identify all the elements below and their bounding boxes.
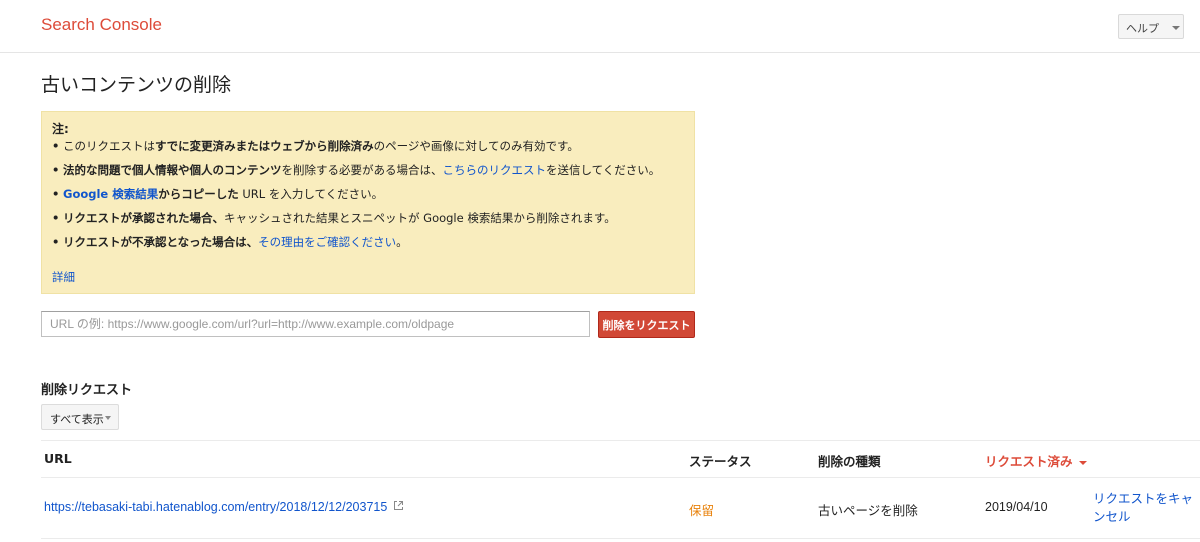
url-input[interactable] xyxy=(41,311,590,337)
notice-heading: 注: xyxy=(52,122,69,136)
search-console-logo[interactable]: Search Console xyxy=(41,15,162,35)
notice-item: Google 検索結果からコピーした URL を入力してください。 xyxy=(52,185,660,209)
help-label: ヘルプ xyxy=(1126,22,1159,35)
table-divider xyxy=(41,440,1200,441)
column-header-url: URL xyxy=(44,451,72,466)
page-title: 古いコンテンツの削除 xyxy=(41,74,232,96)
google-search-results-link[interactable]: Google 検索結果 xyxy=(63,187,158,201)
request-removal-button[interactable]: 削除をリクエスト xyxy=(598,311,695,338)
notice-list: このリクエストはすでに変更済みまたはウェブから削除済みのページや画像に対してのみ… xyxy=(52,137,660,257)
filter-label: すべて表示 xyxy=(50,413,104,426)
request-date: 2019/04/10 xyxy=(985,500,1048,514)
sort-descending-icon xyxy=(1078,460,1087,465)
request-url[interactable]: https://tebasaki-tabi.hatenablog.com/ent… xyxy=(44,500,387,514)
notice-item: 法的な問題で個人情報や個人のコンテンツを削除する必要がある場合は、こちらのリクエ… xyxy=(52,161,660,185)
chevron-down-icon xyxy=(105,416,111,420)
notice-box: 注: このリクエストはすでに変更済みまたはウェブから削除済みのページや画像に対し… xyxy=(41,111,695,294)
notice-item: このリクエストはすでに変更済みまたはウェブから削除済みのページや画像に対してのみ… xyxy=(52,137,660,161)
table-row-url[interactable]: https://tebasaki-tabi.hatenablog.com/ent… xyxy=(44,500,404,514)
column-header-requested[interactable]: リクエスト済み xyxy=(985,451,1087,470)
removal-requests-heading: 削除リクエスト xyxy=(41,383,133,398)
check-reason-link[interactable]: その理由をご確認ください xyxy=(258,235,396,249)
notice-item: リクエストが不承認となった場合は、その理由をご確認ください。 xyxy=(52,233,660,257)
notice-item: リクエストが承認された場合、キャッシュされた結果とスニペットが Google 検… xyxy=(52,209,660,233)
top-bar: Search Console ヘルプ xyxy=(0,0,1200,53)
cancel-request-link[interactable]: リクエストをキャンセル xyxy=(1093,490,1193,526)
filter-dropdown[interactable]: すべて表示 xyxy=(41,404,119,430)
column-header-requested-label: リクエスト済み xyxy=(985,454,1073,469)
removal-type: 古いページを削除 xyxy=(818,503,918,518)
column-header-type[interactable]: 削除の種類 xyxy=(818,451,881,470)
details-link[interactable]: 詳細 xyxy=(52,269,75,285)
table-divider xyxy=(41,477,1200,478)
legal-request-link[interactable]: こちらのリクエスト xyxy=(443,163,547,177)
help-dropdown-button[interactable]: ヘルプ xyxy=(1118,14,1184,39)
chevron-down-icon xyxy=(1172,26,1180,30)
column-header-status[interactable]: ステータス xyxy=(689,451,752,470)
status-badge: 保留 xyxy=(689,503,715,518)
external-link-icon[interactable] xyxy=(393,500,404,514)
table-divider xyxy=(41,538,1200,539)
